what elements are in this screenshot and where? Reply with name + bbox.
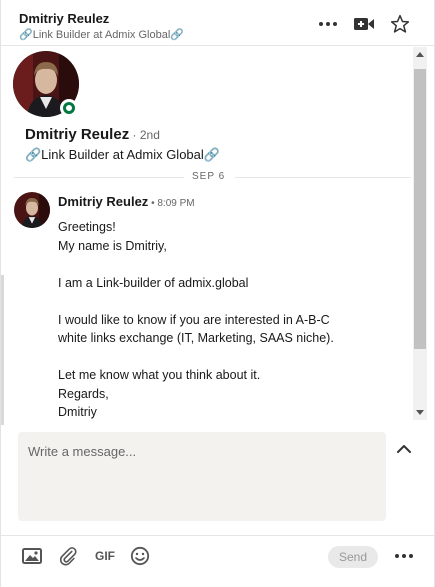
message-sender-name[interactable]: Dmitriy Reulez (58, 194, 148, 209)
scroll-down-arrow[interactable] (416, 410, 424, 415)
attach-image-button[interactable] (21, 545, 43, 567)
video-call-icon (354, 18, 374, 30)
send-button[interactable]: Send (328, 546, 378, 568)
expand-compose-button[interactable] (394, 442, 414, 456)
message-line (58, 255, 403, 274)
date-divider-label: SEP 6 (192, 171, 226, 182)
more-icon (395, 554, 413, 558)
header-name[interactable]: Dmitriy Reulez (19, 11, 109, 26)
message-input[interactable] (18, 432, 386, 521)
message-body: Greetings! My name is Dmitriy, I am a Li… (58, 218, 403, 420)
chevron-up-icon (397, 445, 411, 453)
attach-file-button[interactable] (57, 545, 79, 567)
message-list-scrollbar[interactable] (413, 47, 427, 420)
more-icon (319, 22, 337, 26)
message-line: Greetings! (58, 220, 116, 234)
header-headline: 🔗Link Builder at Admix Global🔗 (19, 29, 184, 41)
image-icon (22, 548, 42, 564)
scroll-up-arrow[interactable] (416, 52, 424, 57)
attachment-icon (59, 547, 77, 566)
online-status-indicator (60, 99, 78, 117)
message-line: Regards, (58, 386, 109, 401)
messaging-window: Dmitriy Reulez 🔗Link Builder at Admix Gl… (0, 0, 435, 587)
message-line: white links exchange (IT, Marketing, SAA… (58, 331, 334, 345)
message-line: I am a Link-builder of admix.global (58, 275, 249, 290)
star-icon (390, 14, 410, 33)
connection-degree: · 2nd (129, 128, 160, 142)
profile-headline: 🔗Link Builder at Admix Global🔗 (25, 147, 220, 162)
message-sender-avatar[interactable] (14, 192, 50, 228)
compose-more-options-button[interactable] (393, 546, 415, 566)
date-divider: SEP 6 (1, 170, 413, 184)
emoji-icon (130, 546, 150, 566)
message-timestamp: • 8:09 PM (148, 198, 195, 209)
message-sender-row: Dmitriy Reulez • 8:09 PM (58, 194, 195, 209)
message-line: Dmitriy (58, 405, 97, 419)
gif-button[interactable]: GIF (93, 545, 117, 567)
star-button[interactable] (388, 13, 412, 35)
message-line: I would like to know if you are interest… (58, 312, 330, 327)
video-call-button[interactable] (352, 13, 376, 35)
profile-name[interactable]: Dmitriy Reulez (25, 126, 129, 143)
more-options-button[interactable] (316, 13, 340, 35)
message-compose-box (18, 432, 386, 521)
scrollbar-thumb[interactable] (414, 69, 426, 349)
emoji-button[interactable] (129, 545, 151, 567)
message-line (58, 292, 403, 311)
message-line: Let me know what you think about it. (58, 368, 261, 382)
message-list[interactable]: Dmitriy Reulez · 2nd 🔗Link Builder at Ad… (1, 47, 413, 420)
conversation-header: Dmitriy Reulez 🔗Link Builder at Admix Gl… (1, 0, 435, 46)
message-line (58, 348, 403, 367)
profile-name-row: Dmitriy Reulez · 2nd (25, 126, 160, 143)
compose-toolbar-divider (1, 535, 435, 536)
message-line: My name is Dmitriy, (58, 238, 167, 253)
